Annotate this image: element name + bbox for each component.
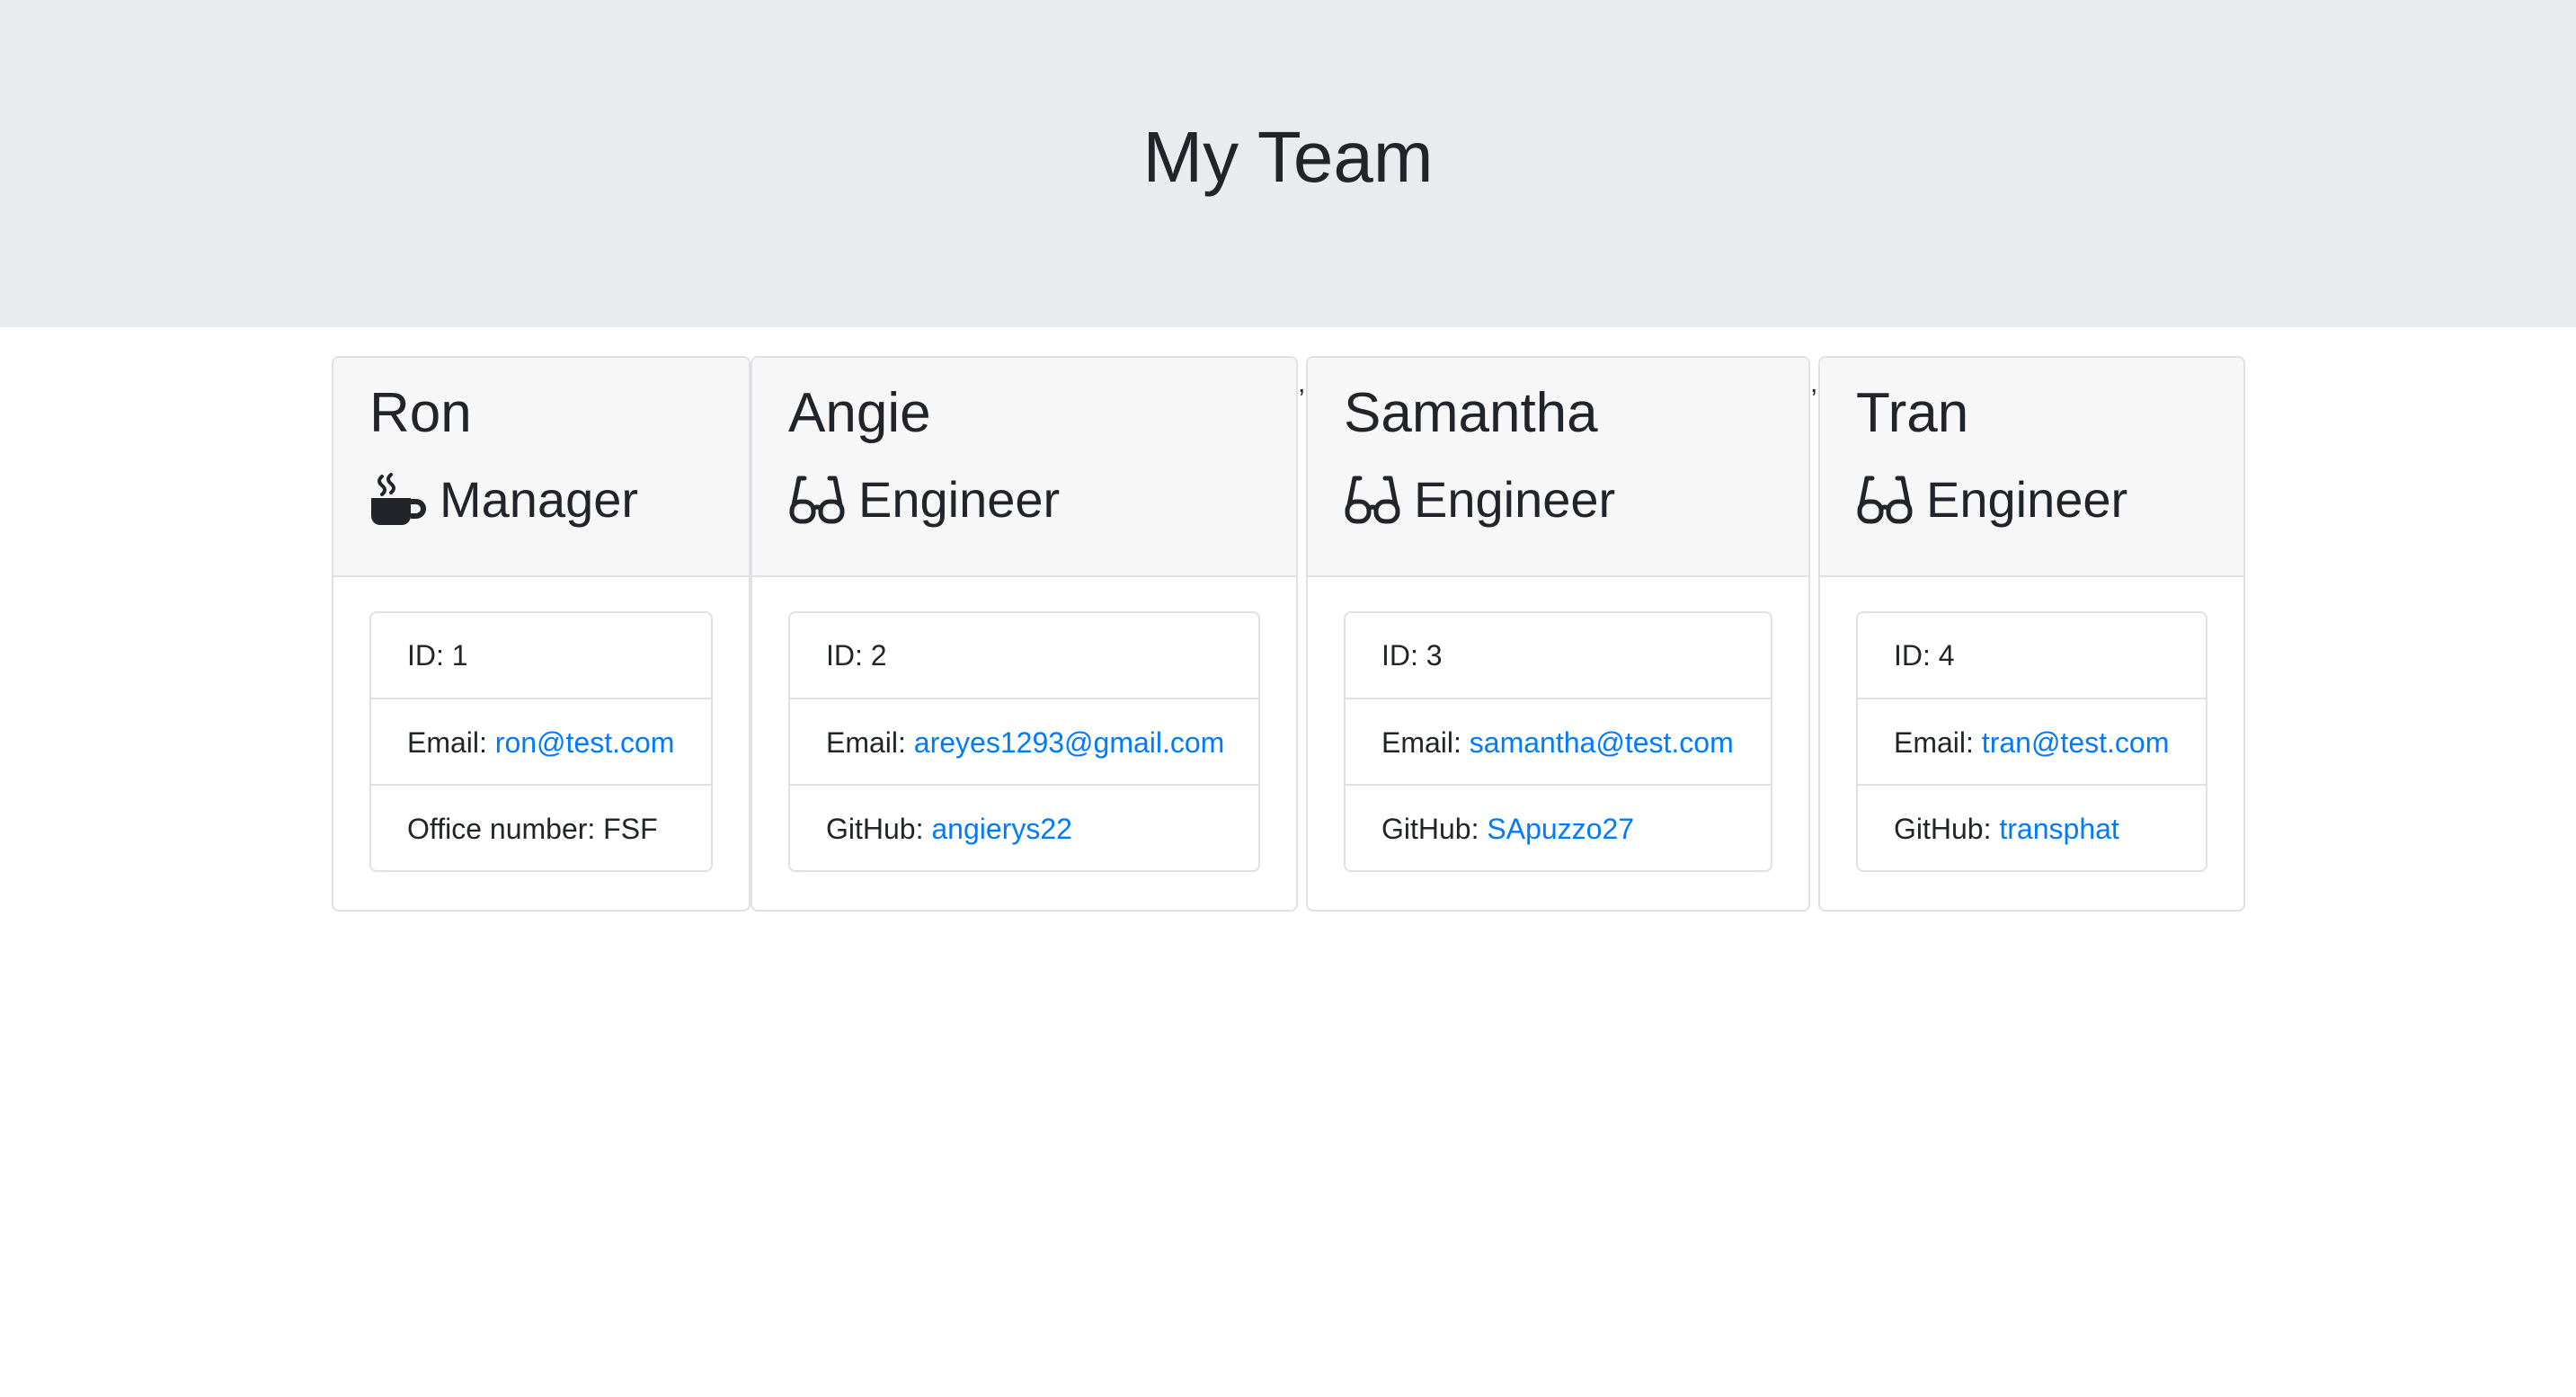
github-label: GitHub:: [826, 813, 932, 845]
list-item-id: ID: 4: [1894, 639, 1955, 672]
glasses-icon: [1344, 473, 1401, 527]
employee-name: Samantha: [1344, 382, 1598, 444]
employee-card-samantha: Samantha Engineer ID: 3 Email: samantha@…: [1306, 356, 1810, 912]
employee-role: Manager: [369, 464, 638, 536]
email-link[interactable]: ron@test.com: [495, 726, 675, 759]
stray-comma: ,: [1810, 369, 1818, 398]
role-label: Engineer: [1414, 471, 1616, 528]
list-item-id: ID: 3: [1381, 639, 1443, 672]
list-item-github: GitHub: transphat: [1858, 784, 2206, 870]
employee-details-list: ID: 1 Email: ron@test.com Office number:…: [369, 611, 713, 872]
email-link[interactable]: tran@test.com: [1982, 726, 2170, 759]
github-label: GitHub:: [1381, 813, 1488, 845]
employee-card-ron: Ron Manager ID: 1 Email: ron@test.com Of…: [332, 356, 751, 912]
role-label: Engineer: [1926, 471, 2128, 528]
page-title: My Team: [1142, 117, 1434, 197]
employee-role: Engineer: [788, 464, 1060, 536]
github-link[interactable]: angierys22: [931, 813, 1072, 845]
list-item-email: Email: samantha@test.com: [1346, 698, 1771, 784]
employee-details-list: ID: 3 Email: samantha@test.com GitHub: S…: [1344, 611, 1772, 872]
card-header: Ron Manager: [333, 358, 749, 577]
card-header: Samantha Engineer: [1308, 358, 1808, 577]
list-item-id: ID: 1: [407, 639, 468, 672]
glasses-icon: [788, 473, 846, 527]
list-item-office: Office number: FSF: [371, 784, 711, 870]
mug-hot-icon: [369, 473, 427, 527]
employee-role: Engineer: [1344, 464, 1615, 536]
stray-comma: ,: [1298, 369, 1306, 398]
github-label: GitHub:: [1894, 813, 2000, 845]
email-label: Email:: [407, 726, 495, 759]
office-number-label: Office number: FSF: [407, 813, 658, 845]
employee-name: Tran: [1856, 382, 1969, 444]
employee-details-list: ID: 2 Email: areyes1293@gmail.com GitHub…: [788, 611, 1260, 872]
employee-role: Engineer: [1856, 464, 2127, 536]
glasses-icon: [1856, 473, 1914, 527]
email-label: Email:: [1894, 726, 1982, 759]
employee-name: Angie: [788, 382, 931, 444]
email-link[interactable]: samantha@test.com: [1470, 726, 1734, 759]
role-label: Manager: [440, 471, 639, 528]
email-label: Email:: [826, 726, 914, 759]
list-item-email: Email: tran@test.com: [1858, 698, 2206, 784]
list-item-github: GitHub: angierys22: [790, 784, 1258, 870]
role-label: Engineer: [858, 471, 1061, 528]
employee-name: Ron: [369, 382, 472, 444]
list-item-email: Email: areyes1293@gmail.com: [790, 698, 1258, 784]
list-item-email: Email: ron@test.com: [371, 698, 711, 784]
email-link[interactable]: areyes1293@gmail.com: [914, 726, 1225, 759]
employee-card-tran: Tran Engineer ID: 4 Email: tran@test.com…: [1818, 356, 2245, 912]
github-link[interactable]: transphat: [1999, 813, 2119, 845]
list-item-id: ID: 2: [826, 639, 887, 672]
github-link[interactable]: SApuzzo27: [1487, 813, 1634, 845]
list-item-github: GitHub: SApuzzo27: [1346, 784, 1771, 870]
card-header: Angie Engineer: [752, 358, 1296, 577]
email-label: Email:: [1381, 726, 1470, 759]
employee-card-angie: Angie Engineer ID: 2 Email: areyes1293@g…: [751, 356, 1298, 912]
card-header: Tran Engineer: [1820, 358, 2243, 577]
jumbotron-header: My Team: [0, 0, 2576, 327]
employee-details-list: ID: 4 Email: tran@test.com GitHub: trans…: [1856, 611, 2207, 872]
